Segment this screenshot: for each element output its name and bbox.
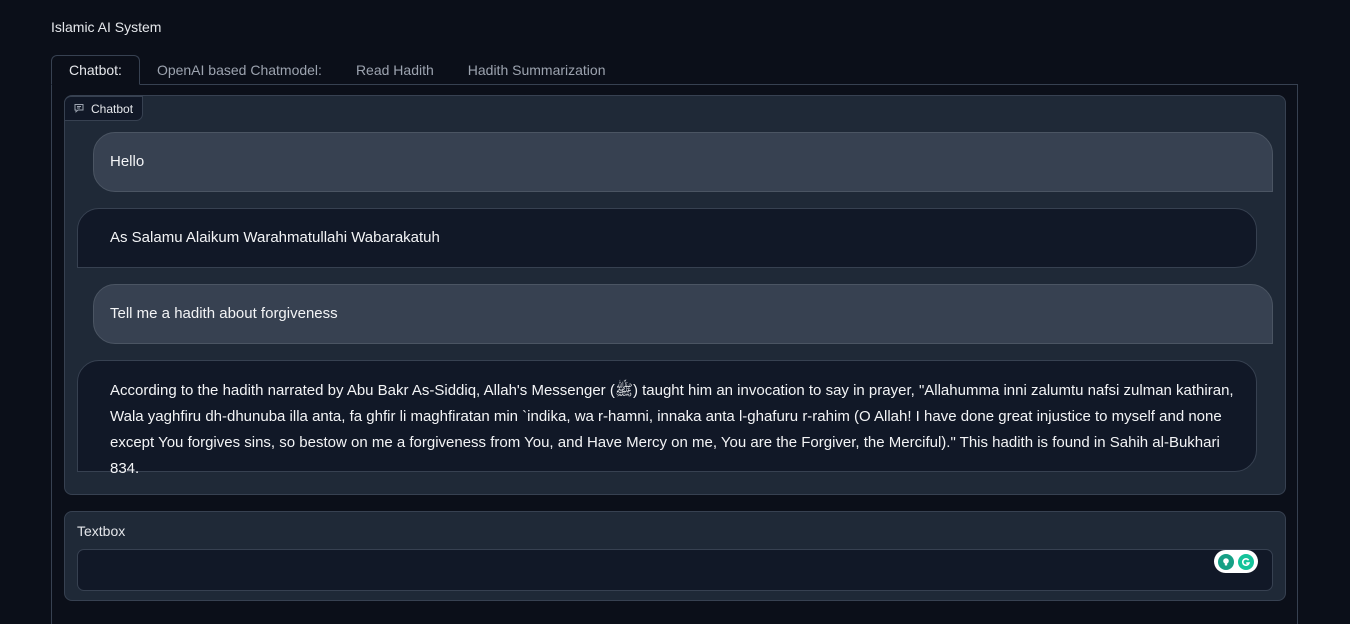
tab-bar: Chatbot: OpenAI based Chatmodel: Read Ha… xyxy=(51,55,623,85)
chatbot-label: Chatbot xyxy=(64,96,144,121)
app-title: Islamic AI System xyxy=(51,19,162,35)
user-message: Tell me a hadith about forgiveness xyxy=(93,284,1273,344)
lightbulb-icon[interactable] xyxy=(1218,553,1234,570)
bot-message: According to the hadith narrated by Abu … xyxy=(77,360,1257,477)
tab-read-hadith[interactable]: Read Hadith xyxy=(339,55,451,85)
user-message: Hello xyxy=(93,132,1273,192)
extension-widget[interactable] xyxy=(1214,550,1258,573)
chatbot-label-text: Chatbot xyxy=(91,101,134,116)
tab-chatbot[interactable]: Chatbot: xyxy=(51,55,140,85)
message-input[interactable] xyxy=(77,549,1273,591)
tab-hadith-summarization[interactable]: Hadith Summarization xyxy=(451,55,623,85)
bot-message: As Salamu Alaikum Warahmatullahi Wabarak… xyxy=(77,208,1257,268)
grammarly-icon[interactable] xyxy=(1238,553,1254,570)
textbox-label: Textbox xyxy=(77,523,126,539)
chat-bubble-icon xyxy=(74,102,84,116)
tab-openai-chatmodel[interactable]: OpenAI based Chatmodel: xyxy=(140,55,339,85)
